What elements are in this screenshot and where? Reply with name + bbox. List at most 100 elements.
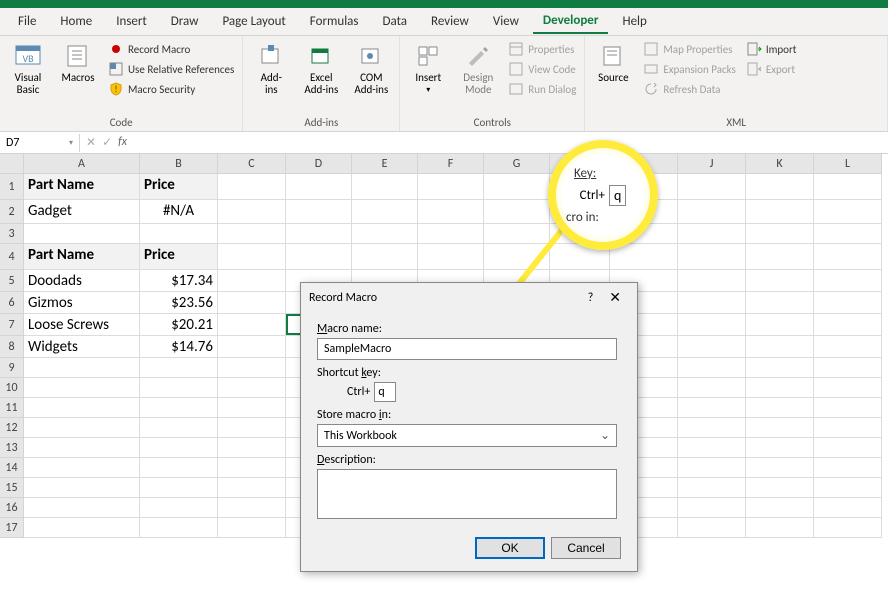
shortcut-key-input[interactable]: q	[374, 382, 396, 402]
row-header-5[interactable]: 5	[0, 270, 24, 292]
cell-J13[interactable]	[678, 438, 746, 458]
row-header-13[interactable]: 13	[0, 438, 24, 458]
cell-L9[interactable]	[814, 358, 882, 378]
cell-B13[interactable]	[140, 438, 218, 458]
tab-page-layout[interactable]: Page Layout	[212, 10, 295, 33]
cell-B15[interactable]	[140, 478, 218, 498]
cell-A9[interactable]	[24, 358, 140, 378]
cell-L11[interactable]	[814, 398, 882, 418]
row-header-11[interactable]: 11	[0, 398, 24, 418]
ok-button[interactable]: OK	[475, 537, 545, 559]
cell-A15[interactable]	[24, 478, 140, 498]
cancel-fx-icon[interactable]: ✕	[86, 135, 96, 150]
cell-C9[interactable]	[218, 358, 286, 378]
cell-B7[interactable]: $20.21	[140, 314, 218, 336]
cell-B9[interactable]	[140, 358, 218, 378]
cell-C2[interactable]	[218, 200, 286, 224]
visual-basic-button[interactable]: VB Visual Basic	[6, 38, 50, 96]
col-header-E[interactable]: E	[352, 154, 418, 174]
cell-B4[interactable]: Price	[140, 244, 218, 270]
properties-button[interactable]: Properties	[506, 40, 578, 58]
cell-B6[interactable]: $23.56	[140, 292, 218, 314]
cell-A4[interactable]: Part Name	[24, 244, 140, 270]
cell-J8[interactable]	[678, 336, 746, 358]
description-input[interactable]	[317, 469, 617, 519]
cell-F2[interactable]	[418, 200, 484, 224]
col-header-A[interactable]: A	[24, 154, 140, 174]
cell-C3[interactable]	[218, 224, 286, 244]
row-header-14[interactable]: 14	[0, 458, 24, 478]
import-button[interactable]: Import	[744, 40, 799, 58]
tab-file[interactable]: File	[8, 10, 46, 33]
cell-K13[interactable]	[746, 438, 814, 458]
cell-L7[interactable]	[814, 314, 882, 336]
row-header-6[interactable]: 6	[0, 292, 24, 314]
tab-help[interactable]: Help	[612, 10, 656, 33]
cell-J17[interactable]	[678, 518, 746, 538]
cell-A2[interactable]: Gadget	[24, 200, 140, 224]
cell-G1[interactable]	[484, 174, 550, 200]
cell-B1[interactable]: Price	[140, 174, 218, 200]
cell-L5[interactable]	[814, 270, 882, 292]
cell-C12[interactable]	[218, 418, 286, 438]
row-header-3[interactable]: 3	[0, 224, 24, 244]
cell-L10[interactable]	[814, 378, 882, 398]
cell-A11[interactable]	[24, 398, 140, 418]
cell-J16[interactable]	[678, 498, 746, 518]
record-macro-button[interactable]: Record Macro	[106, 40, 236, 58]
run-dialog-button[interactable]: Run Dialog	[506, 80, 578, 98]
cell-C16[interactable]	[218, 498, 286, 518]
tab-view[interactable]: View	[483, 10, 529, 33]
macro-security-button[interactable]: !Macro Security	[106, 80, 236, 98]
cell-A5[interactable]: Doodads	[24, 270, 140, 292]
col-header-J[interactable]: J	[678, 154, 746, 174]
col-header-C[interactable]: C	[218, 154, 286, 174]
cell-D4[interactable]	[286, 244, 352, 270]
cell-J3[interactable]	[678, 224, 746, 244]
cell-C1[interactable]	[218, 174, 286, 200]
cell-G2[interactable]	[484, 200, 550, 224]
row-header-12[interactable]: 12	[0, 418, 24, 438]
cell-D2[interactable]	[286, 200, 352, 224]
cell-A6[interactable]: Gizmos	[24, 292, 140, 314]
cell-K7[interactable]	[746, 314, 814, 336]
cell-L2[interactable]	[814, 200, 882, 224]
cell-E4[interactable]	[352, 244, 418, 270]
col-header-F[interactable]: F	[418, 154, 484, 174]
cell-K6[interactable]	[746, 292, 814, 314]
cell-K10[interactable]	[746, 378, 814, 398]
cell-C11[interactable]	[218, 398, 286, 418]
design-mode-button[interactable]: Design Mode	[456, 38, 500, 96]
addins-button[interactable]: Add- ins	[249, 38, 293, 96]
cell-L6[interactable]	[814, 292, 882, 314]
tab-draw[interactable]: Draw	[161, 10, 209, 33]
refresh-data-button[interactable]: Refresh Data	[641, 80, 737, 98]
cell-L12[interactable]	[814, 418, 882, 438]
cell-L15[interactable]	[814, 478, 882, 498]
cell-E2[interactable]	[352, 200, 418, 224]
cell-B3[interactable]	[140, 224, 218, 244]
row-header-4[interactable]: 4	[0, 244, 24, 270]
cell-B5[interactable]: $17.34	[140, 270, 218, 292]
tab-data[interactable]: Data	[373, 10, 418, 33]
cell-J15[interactable]	[678, 478, 746, 498]
cell-B2[interactable]: #N/A	[140, 200, 218, 224]
expansion-packs-button[interactable]: Expansion Packs	[641, 60, 737, 78]
cell-K15[interactable]	[746, 478, 814, 498]
dialog-close-button[interactable]: ✕	[601, 289, 629, 306]
cell-F4[interactable]	[418, 244, 484, 270]
cell-J4[interactable]	[678, 244, 746, 270]
macro-name-input[interactable]: SampleMacro	[317, 338, 617, 360]
relative-refs-button[interactable]: Use Relative References	[106, 60, 236, 78]
cell-A13[interactable]	[24, 438, 140, 458]
cell-K4[interactable]	[746, 244, 814, 270]
cell-A10[interactable]	[24, 378, 140, 398]
cell-A12[interactable]	[24, 418, 140, 438]
row-header-15[interactable]: 15	[0, 478, 24, 498]
cell-J14[interactable]	[678, 458, 746, 478]
cell-C13[interactable]	[218, 438, 286, 458]
tab-home[interactable]: Home	[50, 10, 102, 33]
name-box[interactable]: D7	[0, 134, 80, 152]
source-button[interactable]: Source	[591, 38, 635, 84]
cell-J7[interactable]	[678, 314, 746, 336]
